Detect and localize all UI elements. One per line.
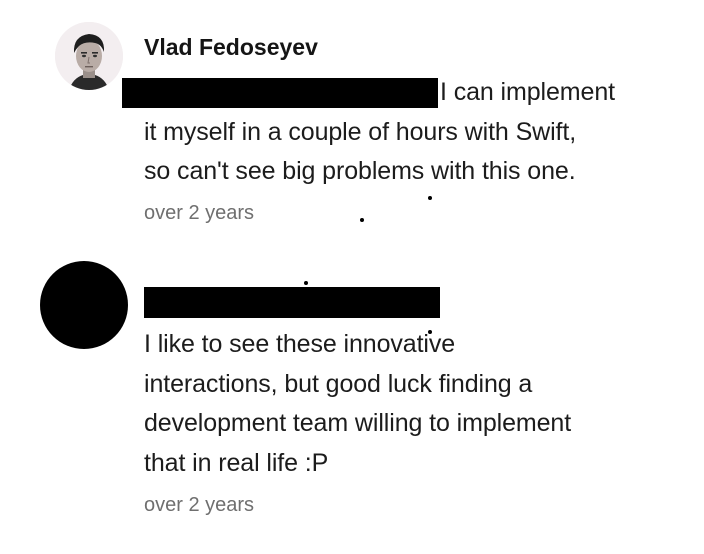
avatar[interactable]	[40, 261, 128, 349]
comment-text-line: I like to see these innovative	[144, 330, 456, 358]
comment-timestamp[interactable]: over 2 years	[144, 494, 254, 517]
comment-text-line: interactions, but good luck finding a	[144, 370, 533, 398]
comment-text-line: that in real life :P	[144, 449, 329, 477]
comment-timestamp[interactable]: over 2 years	[144, 202, 254, 225]
redaction-bar	[144, 287, 440, 318]
comment-text-line: development team willing to implement	[144, 409, 572, 437]
stray-dot	[304, 281, 308, 285]
avatar-portrait	[55, 22, 123, 90]
comment-text-line: it myself in a couple of hours with Swif…	[144, 118, 577, 146]
stray-dot	[428, 196, 432, 200]
comment-text-line: I can implement	[440, 78, 615, 106]
avatar[interactable]	[55, 22, 123, 90]
comment-text-line: so can't see big problems with this one.	[144, 157, 576, 185]
stray-dot	[360, 218, 364, 222]
redaction-bar	[122, 78, 438, 108]
comment-author[interactable]: Vlad Fedoseyev	[144, 34, 318, 61]
